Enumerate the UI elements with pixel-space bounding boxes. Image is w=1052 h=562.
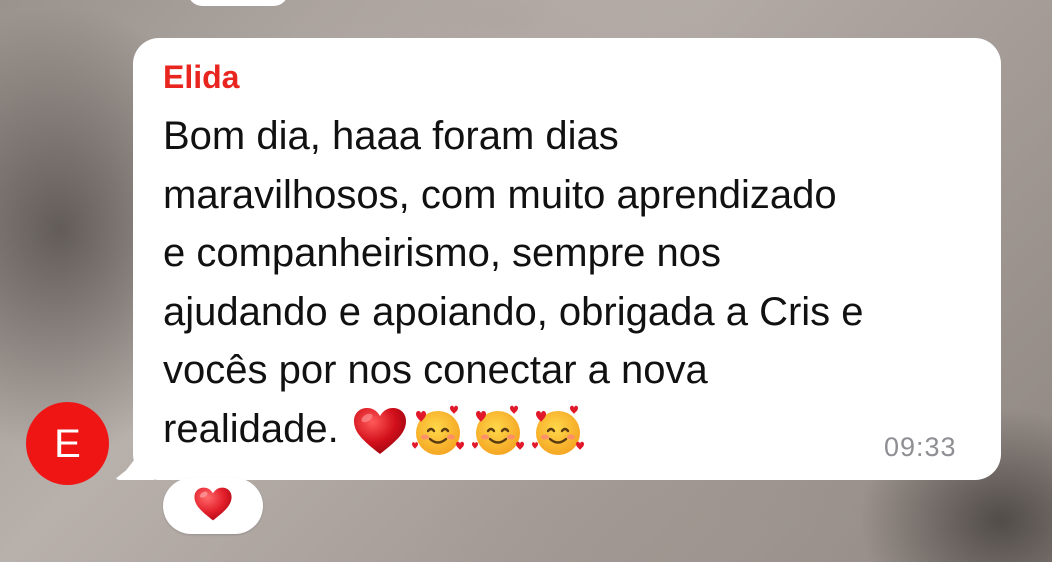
message-line: vocês por nos conectar a nova	[163, 348, 708, 392]
message-text: Bom dia, haaa foram dias maravilhosos, c…	[163, 107, 983, 458]
red-heart-icon	[352, 406, 408, 456]
message-timestamp: 09:33	[884, 432, 957, 462]
reaction-badge[interactable]	[163, 478, 263, 534]
sender-name[interactable]: Elida	[163, 57, 239, 97]
message-line: ajudando e apoiando, obrigada a Cris e	[163, 289, 864, 334]
avatar[interactable]: E	[26, 402, 109, 485]
message-line: realidade.	[163, 406, 339, 451]
smiling-face-with-hearts-icon	[410, 404, 468, 458]
message-line: e companheirismo, sempre nos	[163, 231, 722, 275]
message-line: Bom dia, haaa foram dias	[163, 114, 619, 158]
avatar-initial: E	[54, 421, 81, 466]
smiling-face-with-hearts-icon	[530, 404, 588, 458]
red-heart-icon	[193, 486, 233, 527]
smiling-face-with-hearts-icon	[470, 404, 528, 458]
message-line: maravilhosos, com muito aprendizado	[163, 172, 837, 217]
message-line-last: realidade.	[163, 400, 983, 459]
previous-message-bubble[interactable]	[188, 0, 288, 6]
